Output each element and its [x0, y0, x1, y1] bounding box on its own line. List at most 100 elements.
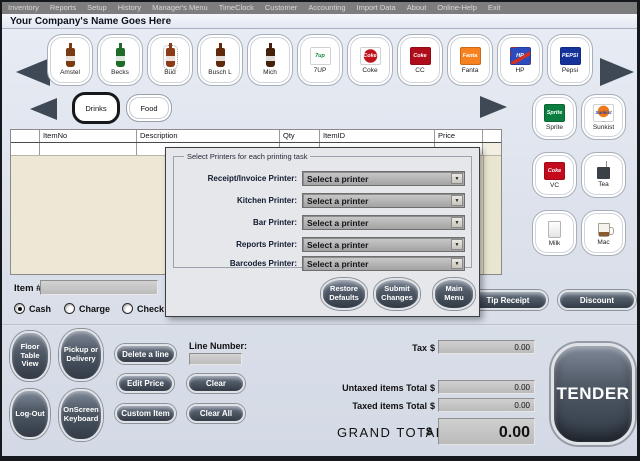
- product-label: Becks: [111, 69, 129, 76]
- chevron-down-icon[interactable]: ▼: [451, 258, 463, 269]
- menu-about[interactable]: About: [407, 3, 427, 14]
- product-label: Sunkist: [592, 123, 615, 131]
- floor-table-view-button[interactable]: Floor Table View: [10, 331, 50, 381]
- menu-timeclock[interactable]: TimeClock: [219, 3, 254, 14]
- menu-accounting[interactable]: Accounting: [308, 3, 345, 14]
- chevron-down-icon[interactable]: ▼: [451, 173, 463, 184]
- receipt-printer-select[interactable]: Select a printer ▼: [302, 171, 465, 186]
- clear-all-button[interactable]: Clear All: [187, 404, 245, 423]
- reports-printer-label: Reports Printer:: [236, 240, 297, 249]
- reports-printer-select[interactable]: Select a printer ▼: [302, 237, 465, 252]
- main-menu-button[interactable]: Main Menu: [433, 278, 475, 310]
- col-itemno: ItemNo: [40, 130, 137, 142]
- col-qty: Qty: [280, 130, 320, 142]
- products-scroll-right-icon[interactable]: [600, 58, 634, 86]
- product-button-milk[interactable]: Milk: [532, 210, 577, 256]
- submit-changes-button[interactable]: Submit Changes: [374, 278, 420, 310]
- printers-groupbox-title: Select Printers for each printing task: [184, 152, 311, 161]
- category-tab-food[interactable]: Food: [126, 94, 172, 122]
- barcodes-printer-select[interactable]: Select a printer ▼: [302, 256, 465, 271]
- menu-import-data[interactable]: Import Data: [357, 3, 396, 14]
- grand-total-value: 0.00: [438, 418, 535, 445]
- pepsi-logo-icon: PEPSI: [559, 46, 581, 65]
- restore-defaults-button[interactable]: Restore Defaults: [321, 278, 367, 310]
- cell: [11, 143, 40, 155]
- product-button-hp[interactable]: HP HP: [497, 34, 543, 86]
- tender-button[interactable]: TENDER: [551, 343, 635, 445]
- category-tab-drinks[interactable]: Drinks: [72, 92, 120, 124]
- menu-inventory[interactable]: Inventory: [8, 3, 39, 14]
- products-scroll-left-icon[interactable]: [16, 58, 50, 86]
- product-button-sunkist[interactable]: Sunkist Sunkist: [581, 94, 626, 140]
- product-button-tea[interactable]: Tea: [581, 152, 626, 198]
- pos-window: Inventory Reports Setup History Manager'…: [0, 0, 640, 461]
- kitchen-printer-label: Kitchen Printer:: [236, 196, 297, 205]
- bar-printer-select[interactable]: Select a printer ▼: [302, 215, 465, 230]
- product-button-mac[interactable]: Mac: [581, 210, 626, 256]
- check-radio[interactable]: [122, 303, 133, 314]
- sunkist-logo-icon: Sunkist: [593, 103, 614, 122]
- product-button-coke[interactable]: Coke Coke: [347, 34, 393, 86]
- product-label: Bud: [164, 69, 176, 76]
- select-printers-dialog: Select Printers for each printing task R…: [165, 147, 480, 317]
- custom-item-button[interactable]: Custom Item: [115, 404, 176, 423]
- product-button-bud[interactable]: Bud: [147, 34, 193, 86]
- bar-printer-value: Select a printer: [307, 218, 369, 228]
- cherry-coke-logo-icon: Coke: [409, 46, 431, 65]
- fanta-logo-icon: Fanta: [459, 46, 481, 65]
- vanilla-coke-logo-icon: Coke: [544, 161, 565, 180]
- category-label: Drinks: [85, 103, 107, 113]
- clear-button[interactable]: Clear: [187, 374, 245, 393]
- barcodes-printer-label: Barcodes Printer:: [229, 259, 297, 268]
- product-button-pepsi[interactable]: PEPSI Pepsi: [547, 34, 593, 86]
- pickup-delivery-button[interactable]: Pickup or Delivery: [59, 329, 103, 381]
- menu-exit[interactable]: Exit: [488, 3, 501, 14]
- tax-label: Tax: [412, 343, 427, 353]
- chevron-down-icon[interactable]: ▼: [451, 195, 463, 206]
- check-radio-label: Check: [137, 304, 165, 314]
- product-button-cc[interactable]: Coke CC: [397, 34, 443, 86]
- discount-button[interactable]: Discount: [558, 290, 636, 310]
- chevron-down-icon[interactable]: ▼: [451, 217, 463, 228]
- product-button-amstel[interactable]: Amstel: [47, 34, 93, 86]
- kitchen-printer-select[interactable]: Select a printer ▼: [302, 193, 465, 208]
- tip-receipt-button[interactable]: Tip Receipt: [468, 290, 548, 310]
- category-scroll-left-icon[interactable]: [30, 98, 57, 120]
- item-number-input[interactable]: [40, 280, 158, 295]
- col-itemid: ItemID: [320, 130, 435, 142]
- taxed-total-value: 0.00: [438, 398, 535, 412]
- product-button-fanta[interactable]: Fanta Fanta: [447, 34, 493, 86]
- menu-history[interactable]: History: [118, 3, 141, 14]
- product-label: Busch L: [208, 69, 232, 76]
- product-label: Sprite: [546, 123, 563, 131]
- cash-radio[interactable]: [14, 303, 25, 314]
- hp-logo-icon: HP: [509, 46, 531, 65]
- onscreen-keyboard-button[interactable]: OnScreen Keyboard: [59, 389, 103, 441]
- product-button-becks[interactable]: Becks: [97, 34, 143, 86]
- delete-line-button[interactable]: Delete a line: [115, 344, 176, 364]
- chevron-down-icon[interactable]: ▼: [451, 239, 463, 250]
- kitchen-printer-value: Select a printer: [307, 196, 369, 206]
- busch-bottle-icon: [215, 43, 225, 67]
- edit-price-button[interactable]: Edit Price: [117, 374, 174, 393]
- category-scroll-right-icon[interactable]: [480, 96, 507, 118]
- menu-customer[interactable]: Customer: [265, 3, 298, 14]
- product-label: VC: [549, 181, 560, 189]
- col-price: Price: [435, 130, 483, 142]
- logout-button[interactable]: Log-Out: [10, 389, 50, 439]
- charge-radio[interactable]: [64, 303, 75, 314]
- product-button-vc[interactable]: Coke VC: [532, 152, 577, 198]
- table-scrollbar[interactable]: [483, 156, 501, 274]
- product-button-sprite[interactable]: Sprite Sprite: [532, 94, 577, 140]
- menu-online-help[interactable]: Online-Help: [437, 3, 477, 14]
- teabag-icon: [597, 161, 610, 179]
- line-number-input[interactable]: [189, 353, 242, 365]
- product-button-7up[interactable]: 7up 7UP: [297, 34, 343, 86]
- product-button-mich[interactable]: Mich: [247, 34, 293, 86]
- menu-reports[interactable]: Reports: [50, 3, 76, 14]
- product-button-busch-l[interactable]: Busch L: [197, 34, 243, 86]
- menu-managers-menu[interactable]: Manager's Menu: [152, 3, 208, 14]
- menu-setup[interactable]: Setup: [87, 3, 107, 14]
- col-select: [11, 130, 40, 142]
- milk-glass-icon: [548, 221, 561, 238]
